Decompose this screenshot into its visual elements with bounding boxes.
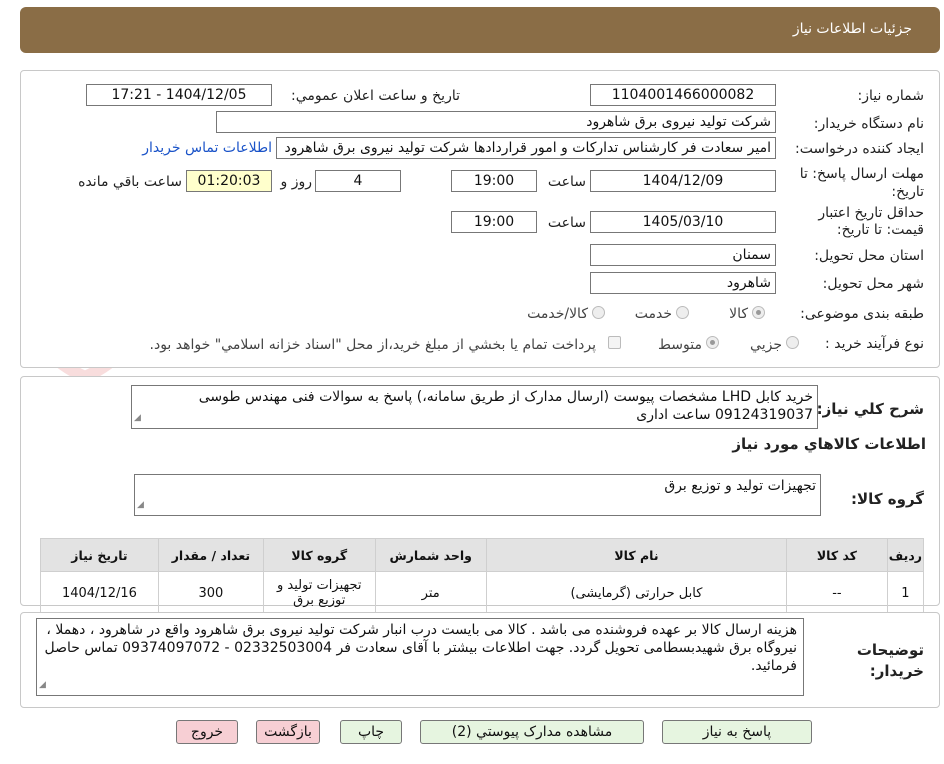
price-validity-label: حداقل تاريخ اعتبار	[818, 205, 924, 221]
back-button[interactable]: بازگشت	[256, 720, 320, 744]
validity-time-field: 19:00	[451, 211, 537, 233]
reply-to-need-button[interactable]: پاسخ به نياز	[662, 720, 812, 744]
announce-date-label: تاریخ و ساعت اعلان عمومي:	[291, 88, 460, 104]
goods-group-label: گروه کالا:	[851, 490, 924, 508]
reply-date-field: 1404/12/09	[590, 170, 776, 192]
table-row: 1 -- کابل حرارتی (گرمایشی) متر تجهيزات ت…	[40, 571, 925, 615]
buyer-contact-link[interactable]: اطلاعات تماس خريدار	[138, 140, 272, 156]
process-radio-medium[interactable]	[706, 336, 719, 349]
cell-group: تجهيزات توليد و توزيع برق	[262, 571, 376, 615]
print-button[interactable]: چاپ	[340, 720, 402, 744]
process-option-medium: متوسط	[658, 337, 702, 353]
remaining-time-field: 01:20:03	[186, 170, 272, 192]
resize-grip-icon[interactable]: ◢	[134, 409, 141, 427]
summary-textarea: خرید کابل LHD مشخصات پیوست (ارسال مدارک …	[131, 385, 818, 429]
col-row: رديف	[886, 538, 925, 572]
remaining-time-label: ساعت باقي مانده	[78, 174, 182, 190]
cell-qty: 300	[157, 571, 264, 615]
purchase-process-label: نوع فرآيند خريد :	[825, 336, 924, 352]
delivery-city-field: شاهرود	[590, 272, 776, 294]
summary-text: خرید کابل LHD مشخصات پیوست (ارسال مدارک …	[198, 389, 813, 423]
process-radio-minor[interactable]	[786, 336, 799, 349]
page-title: جزئیات اطلاعات نیاز	[792, 21, 912, 37]
category-label: طبقه بندی موضوعی:	[800, 306, 924, 322]
buyer-name-label: نام دستگاه خريدار:	[813, 116, 924, 132]
process-option-minor: جزيي	[750, 337, 782, 353]
goods-group-textarea: تجهيزات توليد و توزيع برق ◢	[134, 474, 821, 516]
col-code: کد کالا	[786, 538, 888, 572]
reply-deadline-label-2: تاريخ:	[891, 184, 924, 200]
category-radio-goods[interactable]	[752, 306, 765, 319]
resize-grip-icon[interactable]: ◢	[137, 496, 144, 514]
col-qty: تعداد / مقدار	[157, 538, 264, 572]
days-field: 4	[315, 170, 401, 192]
buyer-notes-label: توضيحات خريدار:	[856, 641, 924, 680]
need-number-label: شماره نیاز:	[857, 88, 925, 104]
reply-time-label: ساعت	[547, 174, 586, 190]
cell-date: 1404/12/16	[40, 571, 159, 615]
goods-table-header: رديف کد کالا نام کالا واحد شمارش گروه کا…	[40, 538, 925, 572]
buyer-notes-textarea: هزینه ارسال کالا بر عهده فروشنده می باشد…	[36, 618, 804, 696]
resize-grip-icon[interactable]: ◢	[39, 676, 46, 694]
reply-time-field: 19:00	[451, 170, 537, 192]
goods-table: رديف کد کالا نام کالا واحد شمارش گروه کا…	[40, 538, 925, 615]
col-name: نام کالا	[485, 538, 788, 572]
category-radio-goods-service[interactable]	[592, 306, 605, 319]
cell-row: 1	[886, 571, 925, 615]
treasury-payment-note: پرداخت تمام يا بخشي از مبلغ خريد،از محل …	[149, 337, 596, 353]
col-date: تاريخ نياز	[40, 538, 159, 572]
delivery-province-field: سمنان	[590, 244, 776, 266]
col-group: گروه کالا	[262, 538, 376, 572]
cell-code: --	[786, 571, 888, 615]
summary-label: شرح کلي نياز:	[816, 400, 924, 418]
goods-group-text: تجهيزات توليد و توزيع برق	[664, 478, 816, 494]
category-option-goods: کالا	[729, 306, 748, 322]
cell-name: کابل حرارتی (گرمایشی)	[485, 571, 788, 615]
validity-date-field: 1405/03/10	[590, 211, 776, 233]
treasury-payment-checkbox[interactable]	[608, 336, 621, 349]
announce-date-field: 1404/12/05 - 17:21	[86, 84, 272, 106]
request-creator-label: ايجاد کننده درخواست:	[795, 141, 924, 157]
validity-time-label: ساعت	[547, 215, 586, 231]
delivery-province-label: استان محل تحويل:	[814, 248, 924, 264]
request-creator-field: امیر سعادت فر کارشناس تدارکات و امور قرا…	[276, 137, 776, 159]
category-option-goods-service: کالا/خدمت	[527, 306, 588, 322]
need-number-field: 1104001466000082	[590, 84, 776, 106]
goods-section-title: اطلاعات کالاهاي مورد نياز	[732, 435, 926, 453]
price-validity-label-2: قيمت: تا تاريخ:	[836, 222, 924, 238]
reply-deadline-label: مهلت ارسال پاسخ: تا	[799, 166, 924, 182]
view-attachments-button[interactable]: مشاهده مدارک پيوستي (2)	[420, 720, 644, 744]
category-option-service: خدمت	[634, 306, 672, 322]
cell-unit: متر	[374, 571, 487, 615]
col-unit: واحد شمارش	[374, 538, 487, 572]
days-label: روز و	[280, 174, 313, 190]
page-header: جزئیات اطلاعات نیاز	[20, 7, 940, 53]
exit-button[interactable]: خروج	[176, 720, 238, 744]
buyer-notes-text: هزینه ارسال کالا بر عهده فروشنده می باشد…	[44, 622, 797, 674]
buyer-name-field: شرکت تولید نیروی برق شاهرود	[216, 111, 776, 133]
delivery-city-label: شهر محل تحويل:	[822, 276, 924, 292]
category-radio-service[interactable]	[676, 306, 689, 319]
